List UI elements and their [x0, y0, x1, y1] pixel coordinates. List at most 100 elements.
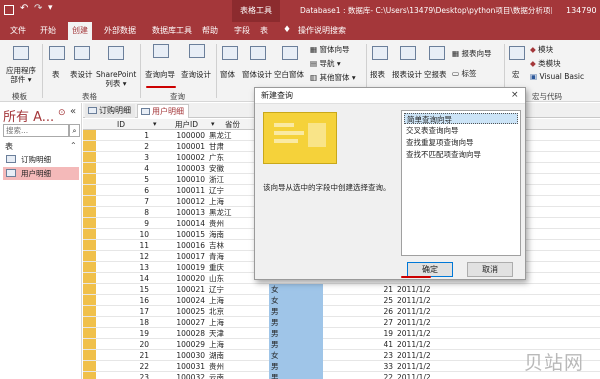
table-cell[interactable]: 100025 — [155, 306, 205, 317]
table-cell[interactable]: 2011/1/2 — [397, 339, 457, 350]
app-parts-button[interactable]: 应用程序 部件 ▾ — [4, 46, 38, 84]
table-cell[interactable]: 100000 — [155, 130, 205, 141]
table-cell[interactable]: 14 — [99, 273, 149, 284]
table-row[interactable]: 22 100031 贵州男 33 2011/1/2 — [83, 361, 600, 372]
module-button[interactable]: ◆ 模块 — [530, 44, 553, 55]
table-cell[interactable]: 贵州 — [209, 218, 259, 229]
table-cell[interactable]: 上海 — [209, 295, 259, 306]
table-cell[interactable]: 100010 — [155, 174, 205, 185]
table-cell[interactable]: 3 — [99, 152, 149, 163]
customize-qat-icon[interactable]: ▾ — [48, 3, 53, 13]
table-cell[interactable]: 辽宁 — [209, 284, 259, 295]
table-cell[interactable]: 山东 — [209, 273, 259, 284]
table-cell[interactable]: 2011/1/2 — [397, 328, 457, 339]
tab-table[interactable]: 表 — [256, 22, 272, 40]
doc-tab-user-details[interactable]: 用户明细 — [137, 104, 189, 118]
table-cell[interactable]: 2011/1/2 — [397, 295, 457, 306]
form-button[interactable]: 窗体 — [220, 46, 240, 79]
tab-file[interactable]: 文件 — [6, 22, 30, 40]
tab-home[interactable]: 开始 — [36, 22, 60, 40]
table-cell[interactable]: 青海 — [209, 251, 259, 262]
table-cell[interactable]: 100030 — [155, 350, 205, 361]
table-cell[interactable]: 10 — [99, 229, 149, 240]
table-cell[interactable]: 5 — [99, 174, 149, 185]
table-cell[interactable]: 23 — [99, 372, 149, 379]
table-cell[interactable]: 100029 — [155, 339, 205, 350]
table-cell[interactable]: 2011/1/2 — [397, 350, 457, 361]
table-cell[interactable]: 男 — [269, 306, 323, 317]
table-cell[interactable]: 云南 — [209, 372, 259, 379]
table-cell[interactable]: 上海 — [209, 196, 259, 207]
table-cell[interactable]: 19 — [99, 328, 149, 339]
nav-section-label[interactable]: 表 — [5, 141, 13, 152]
table-cell[interactable]: 100019 — [155, 262, 205, 273]
table-cell[interactable]: 15 — [99, 284, 149, 295]
table-cell[interactable]: 13 — [99, 262, 149, 273]
close-icon[interactable]: × — [511, 90, 519, 100]
table-cell[interactable]: 安徽 — [209, 163, 259, 174]
redo-icon[interactable]: ↷ — [34, 3, 42, 14]
table-cell[interactable]: 100015 — [155, 229, 205, 240]
tab-help[interactable]: 帮助 — [198, 22, 222, 40]
table-cell[interactable]: 浙江 — [209, 174, 259, 185]
table-cell[interactable]: 100016 — [155, 240, 205, 251]
nav-search-input[interactable] — [3, 124, 69, 137]
ok-button[interactable]: 确定 — [407, 262, 453, 277]
table-cell[interactable]: 21 — [99, 350, 149, 361]
blank-report-button[interactable]: 空报表 — [424, 46, 450, 79]
table-cell[interactable]: 9 — [99, 218, 149, 229]
table-cell[interactable]: 100020 — [155, 273, 205, 284]
table-cell[interactable]: 2011/1/2 — [397, 306, 457, 317]
list-item-find-duplicates[interactable]: 查找重复项查询向导 — [404, 137, 518, 148]
table-cell[interactable]: 2011/1/2 — [397, 372, 457, 379]
list-item-crosstab-query[interactable]: 交叉表查询向导 — [404, 125, 518, 136]
table-cell[interactable]: 男 — [269, 317, 323, 328]
table-cell[interactable]: 黑龙江 — [209, 207, 259, 218]
form-design-button[interactable]: 窗体设计 — [242, 46, 274, 79]
table-cell[interactable]: 19 — [333, 328, 393, 339]
table-cell[interactable]: 2011/1/2 — [397, 317, 457, 328]
table-cell[interactable]: 4 — [99, 163, 149, 174]
nav-pane-title[interactable]: 所有 A... — [3, 106, 54, 125]
table-cell[interactable]: 广东 — [209, 152, 259, 163]
table-row[interactable]: 17 100025 北京男 26 2011/1/2 — [83, 306, 600, 317]
table-cell[interactable]: 辽宁 — [209, 185, 259, 196]
user-name[interactable]: 134790 — [566, 0, 597, 22]
table-cell[interactable]: 100013 — [155, 207, 205, 218]
table-cell[interactable]: 甘肃 — [209, 141, 259, 152]
query-type-list[interactable]: 简单查询向导 交叉表查询向导 查找重复项查询向导 查找不匹配项查询向导 — [401, 110, 521, 256]
nav-section-collapse-icon[interactable]: ⌃ — [70, 141, 77, 150]
column-header-user-id[interactable]: 用户ID — [175, 119, 198, 130]
undo-icon[interactable]: ↶ — [20, 3, 28, 14]
table-cell[interactable]: 男 — [269, 339, 323, 350]
table-cell[interactable]: 100011 — [155, 185, 205, 196]
table-cell[interactable]: 100024 — [155, 295, 205, 306]
table-cell[interactable]: 女 — [269, 295, 323, 306]
table-cell[interactable]: 7 — [99, 196, 149, 207]
table-cell[interactable]: 2011/1/2 — [397, 361, 457, 372]
tab-fields[interactable]: 字段 — [230, 22, 254, 40]
sharepoint-button[interactable]: SharePoint 列表 ▾ — [96, 46, 136, 88]
table-cell[interactable]: 2011/1/2 — [397, 284, 457, 295]
table-row[interactable]: 20 100029 上海男 41 2011/1/2 — [83, 339, 600, 350]
table-cell[interactable]: 天津 — [209, 328, 259, 339]
visual-basic-button[interactable]: ▣ Visual Basic — [530, 72, 584, 81]
table-cell[interactable]: 6 — [99, 185, 149, 196]
search-icon[interactable]: ⌕ — [69, 124, 80, 137]
table-cell[interactable]: 100014 — [155, 218, 205, 229]
table-cell[interactable]: 23 — [333, 350, 393, 361]
report-design-button[interactable]: 报表设计 — [392, 46, 424, 79]
table-cell[interactable]: 100017 — [155, 251, 205, 262]
table-cell[interactable]: 100021 — [155, 284, 205, 295]
navigation-button[interactable]: ▤ 导航 ▾ — [310, 58, 341, 69]
table-cell[interactable]: 100031 — [155, 361, 205, 372]
table-cell[interactable]: 21 — [333, 284, 393, 295]
table-cell[interactable]: 100027 — [155, 317, 205, 328]
table-cell[interactable]: 男 — [269, 328, 323, 339]
table-cell[interactable]: 黑龙江 — [209, 130, 259, 141]
table-cell[interactable]: 重庆 — [209, 262, 259, 273]
table-row[interactable]: 15 100021 辽宁女 21 2011/1/2 — [83, 284, 600, 295]
table-row[interactable]: 16 100024 上海女 25 2011/1/2 — [83, 295, 600, 306]
table-cell[interactable]: 100002 — [155, 152, 205, 163]
table-cell[interactable]: 22 — [99, 361, 149, 372]
